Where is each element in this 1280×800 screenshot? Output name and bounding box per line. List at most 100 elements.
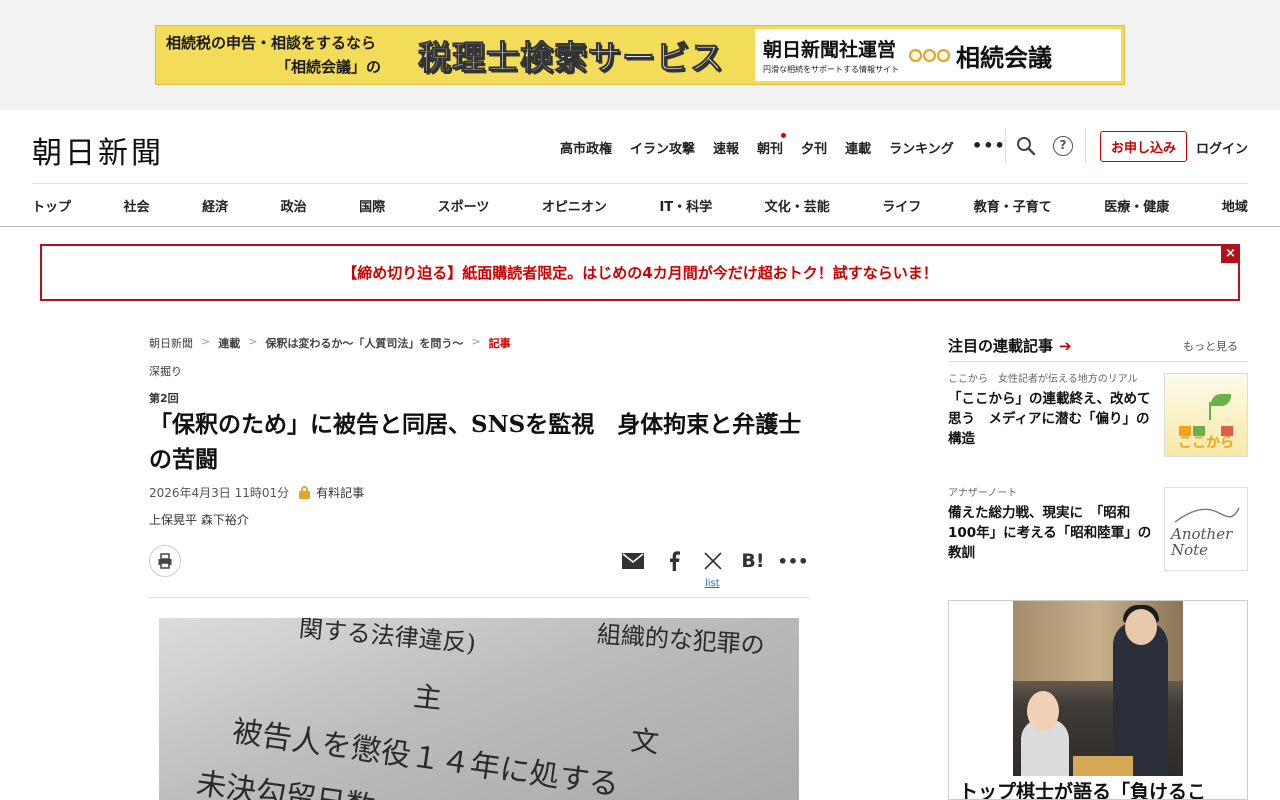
article-authors: 上保晃平 森下裕介: [149, 513, 249, 527]
search-icon[interactable]: [1016, 136, 1036, 156]
subscribe-button[interactable]: お申し込み: [1100, 131, 1187, 162]
login-link[interactable]: ログイン: [1196, 138, 1248, 157]
sidebar-more-link[interactable]: もっと見る: [1183, 338, 1238, 354]
nav-item-evening[interactable]: 夕刊: [801, 138, 827, 157]
paid-label: 有料記事: [316, 486, 365, 500]
share-more-button[interactable]: •••: [778, 550, 809, 572]
share-x-button[interactable]: [701, 550, 725, 572]
lock-icon: [299, 486, 311, 499]
article-kicker[interactable]: 深掘り: [149, 363, 182, 379]
chevron-right-icon: >: [201, 335, 211, 348]
card-title[interactable]: 「ここから」の連載終え、改めて思う メディアに潜む「偏り」の構造: [948, 389, 1153, 449]
help-icon[interactable]: ?: [1053, 136, 1073, 156]
category-local[interactable]: 地域: [1222, 196, 1248, 215]
photo-text-line: 文: [629, 723, 661, 760]
ad-logo: 相続会議: [956, 42, 1052, 72]
featured-title: トップ棋士が語る「負けるこ: [959, 781, 1207, 800]
notification-dot: [781, 133, 787, 138]
nav-item-morning-label: 朝刊: [757, 142, 784, 157]
ad-banner[interactable]: 相続税の申告・相談をするなら 「相続会議」の 税理士検索サービス 朝日新聞社運営…: [155, 25, 1125, 85]
promo-banner[interactable]: 【締め切り迫る】紙面購読者限定。はじめの4カ月間が今だけ超おトク！試すならいま！…: [40, 244, 1240, 301]
nav-item-breaking[interactable]: 速報: [713, 138, 739, 157]
article-title: 「保釈のため」に被告と同居、SNSを監視 身体拘束と弁護士の苦闘: [149, 411, 802, 473]
pen-stroke-icon: [1174, 507, 1240, 523]
mail-icon: [622, 553, 644, 569]
breadcrumb-current: 記事: [488, 337, 511, 350]
breadcrumb-series[interactable]: 連載: [218, 335, 240, 351]
card-thumbnail[interactable]: ここから: [1164, 373, 1248, 457]
sidebar-title-label: 注目の連載記事: [948, 337, 1054, 355]
nav-item-ranking[interactable]: ランキング: [889, 138, 954, 157]
breadcrumb-series-name[interactable]: 保釈は変わるか～「人質司法」を問う～: [265, 335, 463, 351]
featured-card[interactable]: トップ棋士が語る「負けるこ: [948, 600, 1248, 800]
header-divider: [1085, 128, 1086, 162]
photo-text-line: 主: [412, 679, 444, 716]
x-icon: [704, 552, 722, 570]
sidebar-card[interactable]: ここから 女性記者が伝える地方のリアル 「ここから」の連載終え、改めて思う メデ…: [948, 373, 1248, 457]
ad-right-panel: 朝日新聞社運営 円滑な相続をサポートする情報サイト 相続会議: [755, 29, 1121, 81]
print-icon: [158, 553, 172, 569]
category-education[interactable]: 教育・子育て: [974, 196, 1052, 215]
header-divider: [1005, 128, 1006, 162]
article-date: 2026年4月3日 11時01分: [149, 486, 290, 500]
article-photo: 関する法律違反) 組織的な犯罪の 主 文 被告人を懲役１４年に処する 未決勾留日…: [159, 618, 799, 800]
ad-left-line1: 相続税の申告・相談をするなら: [166, 34, 377, 52]
ad-strip: 相続税の申告・相談をするなら 「相続会議」の 税理士検索サービス 朝日新聞社運営…: [0, 0, 1280, 110]
card-category[interactable]: ここから 女性記者が伝える地方のリアル: [948, 373, 1153, 386]
chevron-right-icon: >: [248, 335, 258, 348]
nav-item-series[interactable]: 連載: [845, 138, 871, 157]
breadcrumb-home[interactable]: 朝日新聞: [149, 335, 193, 351]
promo-text: 【締め切り迫る】紙面購読者限定。はじめの4カ月間が今だけ超おトク！試すならいま！: [342, 264, 938, 282]
ad-right-title: 朝日新聞社運営: [763, 39, 897, 61]
category-international[interactable]: 国際: [359, 196, 385, 215]
category-nav: トップ 社会 経済 政治 国際 スポーツ オピニオン IT・科学 文化・芸能 ラ…: [32, 196, 1248, 215]
header-rule: [32, 183, 1248, 184]
series-number: 第2回: [149, 392, 179, 405]
category-top[interactable]: トップ: [32, 196, 71, 215]
hatena-icon: B!: [741, 550, 765, 572]
category-opinion[interactable]: オピニオン: [542, 196, 607, 215]
ad-left-text: 相続税の申告・相談をするなら 「相続会議」の: [156, 31, 418, 79]
article-meta: 2026年4月3日 11時01分 有料記事: [149, 484, 364, 501]
chevron-right-icon: >: [471, 335, 481, 348]
more-icon: •••: [777, 551, 809, 571]
nav-item-takaichi[interactable]: 高市政権: [560, 138, 612, 157]
category-health[interactable]: 医療・健康: [1104, 196, 1169, 215]
breadcrumb: 朝日新聞 > 連載 > 保釈は変わるか～「人質司法」を問う～ > 記事: [149, 335, 511, 351]
print-button[interactable]: [149, 545, 181, 577]
close-icon[interactable]: ×: [1221, 244, 1240, 263]
sidebar-card[interactable]: アナザーノート 備えた総力戦、現実に 「昭和100年」に考える「昭和陸軍」の教訓…: [948, 487, 1248, 571]
nav-item-morning[interactable]: 朝刊: [757, 133, 787, 157]
category-politics[interactable]: 政治: [281, 196, 307, 215]
card-thumbnail[interactable]: Another Note: [1164, 487, 1248, 571]
site-logo[interactable]: 朝日新聞: [32, 128, 164, 172]
thumb-label: ここから: [1178, 435, 1234, 451]
featured-photo: [1013, 601, 1183, 776]
card-title[interactable]: 備えた総力戦、現実に 「昭和100年」に考える「昭和陸軍」の教訓: [948, 503, 1153, 563]
article-divider: [149, 597, 809, 598]
nav-item-iran[interactable]: イラン攻撃: [630, 138, 695, 157]
share-list-link[interactable]: list: [705, 578, 720, 589]
share-facebook-button[interactable]: [662, 550, 686, 572]
category-society[interactable]: 社会: [124, 196, 150, 215]
share-hatena-button[interactable]: B!: [741, 550, 765, 572]
category-sports[interactable]: スポーツ: [438, 196, 490, 215]
arrow-right-icon: ➔: [1059, 336, 1072, 355]
share-mail-button[interactable]: [621, 550, 645, 572]
category-life[interactable]: ライフ: [882, 196, 921, 215]
header-nav: 高市政権 イラン攻撃 速報 朝刊 夕刊 連載 ランキング: [560, 133, 954, 157]
card-category[interactable]: アナザーノート: [948, 487, 1153, 500]
thumb-label-line: Note: [1171, 541, 1209, 559]
more-menu-icon[interactable]: •••: [972, 136, 1006, 155]
ad-faces-icon: [909, 48, 950, 62]
category-culture[interactable]: 文化・芸能: [765, 196, 830, 215]
facebook-icon: [670, 551, 680, 571]
photo-text-line: 組織的な犯罪の: [596, 620, 766, 660]
category-it-science[interactable]: IT・科学: [659, 196, 712, 215]
sidebar-rule: [948, 361, 1248, 362]
ad-left-line2: 「相続会議」の: [276, 58, 382, 76]
ad-right-sub: 円滑な相続をサポートする情報サイト: [763, 65, 899, 74]
sidebar-title[interactable]: 注目の連載記事 ➔: [948, 335, 1072, 356]
category-economy[interactable]: 経済: [202, 196, 228, 215]
ad-headline: 税理士検索サービス: [418, 38, 724, 78]
